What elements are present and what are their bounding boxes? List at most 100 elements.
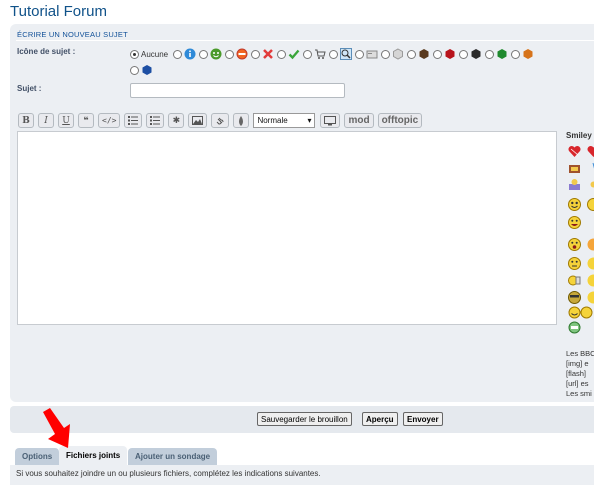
topic-icon-option[interactable] [485, 48, 508, 60]
bbcode-status-line: Les BBC [566, 349, 594, 359]
preview-button[interactable]: Aperçu [362, 412, 398, 426]
panel-header: ÉCRIRE UN NOUVEAU SUJET [17, 30, 128, 39]
subject-label: Sujet : [17, 84, 41, 93]
sun-smiley-icon[interactable] [587, 178, 594, 191]
italic-button[interactable]: I [38, 113, 54, 128]
flash-button[interactable] [320, 113, 340, 128]
topic-icon-option[interactable] [251, 48, 274, 60]
list-button[interactable] [124, 113, 142, 128]
topic-icon-radio[interactable] [251, 50, 260, 59]
list-item-button[interactable]: ✱ [168, 113, 184, 128]
topic-icon-radio[interactable] [277, 50, 286, 59]
red-cube-icon [444, 48, 456, 60]
cart-icon [314, 48, 326, 60]
ordered-list-button[interactable] [146, 113, 164, 128]
topic-icon-option[interactable] [459, 48, 482, 60]
topic-icon-option[interactable] [355, 48, 378, 60]
black-cube-icon [470, 48, 482, 60]
asterisk-icon: ✱ [173, 116, 181, 126]
code-button[interactable]: </> [98, 113, 120, 128]
topic-icon-none-radio[interactable] [130, 50, 139, 59]
smile-smiley-icon[interactable] [587, 291, 594, 304]
save-draft-button[interactable]: Sauvegarder le brouillon [257, 412, 352, 426]
neutral-smiley-icon[interactable] [568, 257, 581, 270]
color-button[interactable] [233, 113, 249, 128]
link-icon [215, 116, 225, 126]
rays-smiley-icon[interactable] [587, 162, 594, 175]
topic-icon-none-option[interactable]: Aucune [130, 50, 170, 59]
topic-icon-radio[interactable] [225, 50, 234, 59]
smilies-title: Smiley [566, 131, 594, 140]
topic-icon-option[interactable] [225, 48, 248, 60]
topic-icon-option[interactable] [511, 48, 534, 60]
quote-button[interactable]: ❝ [78, 113, 94, 128]
topic-icon-radio[interactable] [407, 50, 416, 59]
topic-icon-radio[interactable] [199, 50, 208, 59]
topic-icon-option[interactable] [407, 48, 430, 60]
orange-cube-icon [522, 48, 534, 60]
forbidden-icon [236, 48, 248, 60]
topic-icon-radio[interactable] [329, 50, 338, 59]
topic-icon-option[interactable] [199, 48, 222, 60]
smile-icon [210, 48, 222, 60]
img-status-line: [img] e [566, 359, 594, 369]
red-x-icon [262, 48, 274, 60]
link-button[interactable] [211, 113, 229, 128]
red-arrow-icon [40, 408, 76, 450]
topic-icon-radio[interactable] [130, 66, 139, 75]
party-smiley-icon[interactable] [568, 178, 581, 191]
topic-icon-radio[interactable] [381, 50, 390, 59]
topic-icon-option[interactable] [130, 64, 153, 76]
topic-icon-radio[interactable] [355, 50, 364, 59]
shocked-smiley-icon[interactable] [568, 238, 581, 251]
topic-icon-radio[interactable] [511, 50, 520, 59]
offtopic-button[interactable]: offtopic [378, 113, 423, 128]
topic-icon-radio[interactable] [303, 50, 312, 59]
gray-cube-icon [392, 48, 404, 60]
code-icon: </> [102, 116, 116, 125]
image-button[interactable] [188, 113, 207, 128]
grin-smiley-icon[interactable] [568, 198, 581, 211]
brown-cube-icon [418, 48, 430, 60]
topic-icon-option[interactable] [329, 48, 352, 60]
topic-icon-option[interactable] [381, 48, 404, 60]
topic-icon-option[interactable] [303, 48, 326, 60]
mod-button[interactable]: mod [344, 113, 373, 128]
alien-smiley-icon[interactable] [568, 321, 581, 334]
topic-icon-radio[interactable] [459, 50, 468, 59]
subject-input[interactable] [130, 83, 345, 98]
lol-smiley-icon[interactable] [568, 216, 581, 229]
topic-icon-radio[interactable] [485, 50, 494, 59]
smile-smiley-icon[interactable] [587, 238, 594, 251]
font-size-select[interactable]: Normale▾ [253, 113, 315, 128]
panel-divider [16, 40, 594, 41]
heart-smiley-icon[interactable] [568, 145, 581, 158]
box-smiley-icon[interactable] [568, 162, 581, 175]
bold-button[interactable]: B [18, 113, 34, 128]
topic-icon-option[interactable] [173, 48, 196, 60]
tab-add-poll[interactable]: Ajouter un sondage [128, 448, 217, 465]
underline-button[interactable]: U [58, 113, 74, 128]
thumbs-smiley-icon[interactable] [568, 274, 581, 287]
cool-smiley-icon[interactable] [568, 291, 581, 304]
message-textarea[interactable] [17, 131, 557, 325]
smile-smiley-icon[interactable] [587, 257, 594, 270]
submit-button[interactable]: Envoyer [403, 412, 443, 426]
droplet-icon [237, 116, 245, 126]
attachments-instructions: Si vous souhaitez joindre un ou plusieur… [16, 469, 321, 478]
topic-icon-radio[interactable] [173, 50, 182, 59]
topic-icon-none-label: Aucune [141, 50, 168, 59]
green-cube-icon [496, 48, 508, 60]
chevron-down-icon: ▾ [307, 116, 311, 125]
tab-options[interactable]: Options [15, 448, 59, 465]
flash-status-line: [flash] [566, 369, 594, 379]
topic-icon-option[interactable] [277, 48, 300, 60]
topic-icon-radio[interactable] [433, 50, 442, 59]
forum-title[interactable]: Tutorial Forum [10, 3, 107, 20]
smile-smiley-icon[interactable] [587, 274, 594, 287]
heart-smiley-icon[interactable] [587, 145, 594, 158]
wink-smiley-icon[interactable] [580, 306, 593, 319]
green-check-icon [288, 48, 300, 60]
topic-icon-option[interactable] [433, 48, 456, 60]
smile-smiley-icon[interactable] [587, 198, 594, 211]
